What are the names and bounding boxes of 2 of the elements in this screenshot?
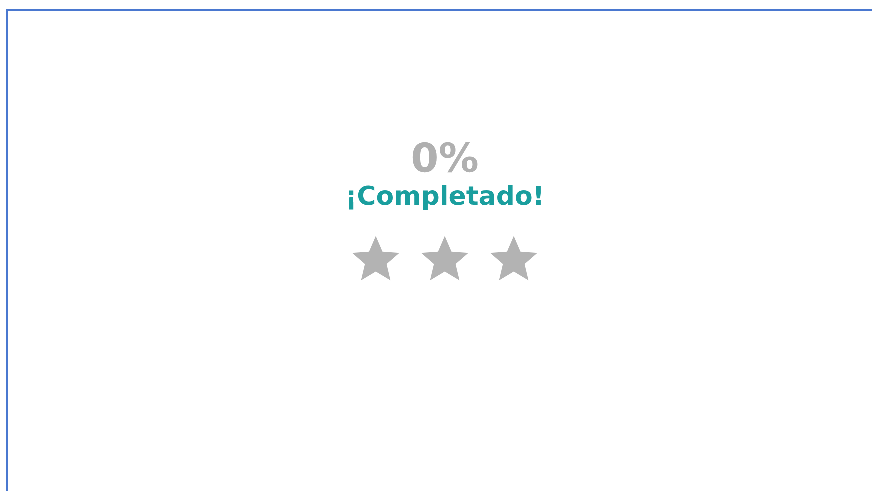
completion-label: ¡Completado! <box>345 181 545 213</box>
progress-percent: 0% <box>411 137 479 181</box>
